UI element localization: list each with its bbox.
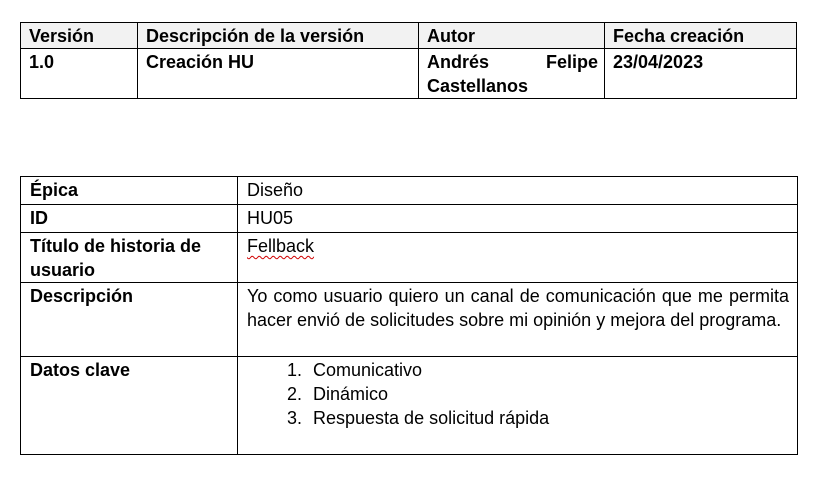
- title-row: Título de historia de usuario Fellback: [20, 232, 798, 283]
- title-label: Título de historia de usuario: [20, 232, 238, 283]
- key-data-label: Datos clave: [20, 356, 238, 455]
- id-label: ID: [20, 204, 238, 233]
- key-data-row: Datos clave Comunicativo Dinámico Respue…: [20, 356, 798, 455]
- key-data-list: Comunicativo Dinámico Respuesta de solic…: [247, 358, 789, 430]
- list-item: Dinámico: [307, 382, 789, 406]
- description-value: Yo como usuario quiero un canal de comun…: [237, 282, 798, 357]
- header-version: Versión: [20, 22, 138, 49]
- header-description: Descripción de la versión: [137, 22, 419, 49]
- version-description: Creación HU: [137, 48, 419, 99]
- table-row: 1.0 Creación HU Andrés Felipe Castellano…: [20, 48, 797, 99]
- description-row: Descripción Yo como usuario quiero un ca…: [20, 282, 798, 357]
- epic-row: Épica Diseño: [20, 176, 798, 205]
- version-author: Andrés Felipe Castellanos: [418, 48, 605, 99]
- title-value-cell: Fellback: [237, 232, 798, 283]
- version-date: 23/04/2023: [604, 48, 797, 99]
- header-date: Fecha creación: [604, 22, 797, 49]
- list-item: Comunicativo: [307, 358, 789, 382]
- id-value: HU05: [237, 204, 798, 233]
- list-item: Respuesta de solicitud rápida: [307, 406, 789, 430]
- epic-value: Diseño: [237, 176, 798, 205]
- version-history-table: Versión Descripción de la versión Autor …: [20, 22, 797, 99]
- user-story-table: Épica Diseño ID HU05 Título de historia …: [20, 176, 798, 455]
- header-author: Autor: [418, 22, 605, 49]
- title-value: Fellback: [247, 236, 315, 256]
- version-number: 1.0: [20, 48, 138, 99]
- description-label: Descripción: [20, 282, 238, 357]
- key-data-cell: Comunicativo Dinámico Respuesta de solic…: [237, 356, 798, 455]
- version-table-header: Versión Descripción de la versión Autor …: [20, 22, 797, 49]
- epic-label: Épica: [20, 176, 238, 205]
- id-row: ID HU05: [20, 204, 798, 233]
